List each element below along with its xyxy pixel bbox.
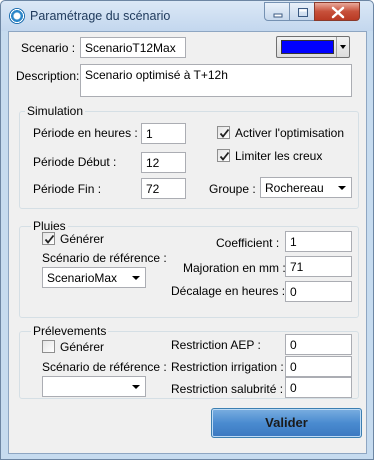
activer-optimisation-label[interactable]: Activer l'optimisation <box>235 126 344 140</box>
pluies-generer-checkbox[interactable] <box>42 232 55 245</box>
coefficient-input[interactable]: 1 <box>285 231 352 252</box>
pluies-group-title: Pluies <box>31 219 68 233</box>
scenario-label: Scenario : <box>21 41 76 55</box>
color-dropdown-button[interactable] <box>336 37 350 57</box>
prelevements-group-title: Prélevements <box>31 324 109 338</box>
restriction-salubrite-label: Restriction salubrité : <box>171 382 284 396</box>
groupe-select[interactable]: Rochereau <box>260 177 352 198</box>
decalage-input[interactable]: 0 <box>285 281 352 302</box>
title-bar[interactable]: Paramétrage du scénario <box>1 1 373 31</box>
app-icon <box>9 8 25 24</box>
groupe-selected-value: Rochereau <box>265 181 324 195</box>
periode-heures-input[interactable]: 1 <box>141 123 186 144</box>
pluies-generer-label[interactable]: Générer <box>60 232 104 246</box>
color-swatch <box>281 40 334 54</box>
pluies-scenario-ref-value: ScenarioMax <box>47 271 118 285</box>
scenario-name-input[interactable]: ScenarioT12Max <box>80 37 186 58</box>
prelevements-generer-checkbox[interactable] <box>42 340 55 353</box>
prelevements-scenario-ref-label: Scénario de référence : <box>42 360 167 374</box>
periode-fin-input[interactable]: 72 <box>141 178 186 199</box>
pluies-scenario-ref-select[interactable]: ScenarioMax <box>42 267 146 288</box>
restriction-irrigation-input[interactable]: 0 <box>285 356 352 377</box>
chevron-down-icon <box>338 186 346 190</box>
restriction-aep-label: Restriction AEP : <box>171 338 261 352</box>
maximize-button[interactable] <box>289 2 315 21</box>
decalage-label: Décalage en heures : <box>171 284 286 298</box>
simulation-group-title: Simulation <box>25 104 86 118</box>
scenario-color-picker[interactable] <box>276 36 350 58</box>
periode-debut-input[interactable]: 12 <box>141 152 186 173</box>
description-textarea[interactable]: Scenario optimisé à T+12h <box>80 64 352 97</box>
limiter-creux-checkbox[interactable] <box>217 149 230 162</box>
coefficient-label: Coefficient : <box>216 236 280 250</box>
maximize-icon <box>298 8 308 17</box>
close-icon <box>331 6 345 19</box>
prelevements-scenario-ref-select[interactable] <box>42 376 146 397</box>
prelevements-generer-label[interactable]: Générer <box>60 340 104 354</box>
periode-fin-label: Période Fin : <box>33 182 102 196</box>
pluies-scenario-ref-label: Scénario de référence : <box>42 251 167 265</box>
majoration-input[interactable]: 71 <box>285 256 352 277</box>
majoration-label: Majoration en mm : <box>183 261 286 275</box>
checkmark-icon <box>44 234 55 244</box>
chevron-down-icon <box>340 45 346 49</box>
restriction-irrigation-label: Restriction irrigation : <box>171 360 284 374</box>
chevron-down-icon <box>132 276 140 280</box>
dialog-content: Scenario : ScenarioT12Max Description: S… <box>8 31 367 454</box>
chevron-down-icon <box>132 385 140 389</box>
groupe-label: Groupe : <box>209 182 256 196</box>
dialog-window: Paramétrage du scénario Scenario : Scena… <box>0 0 374 460</box>
restriction-salubrite-input[interactable]: 0 <box>285 377 352 398</box>
window-title: Paramétrage du scénario <box>30 9 171 23</box>
activer-optimisation-checkbox[interactable] <box>217 126 230 139</box>
restriction-aep-input[interactable]: 0 <box>285 334 352 355</box>
checkmark-icon <box>219 128 230 138</box>
minimize-button[interactable] <box>264 2 290 21</box>
periode-debut-label: Période Début : <box>33 155 117 169</box>
periode-heures-label: Période en heures : <box>33 126 138 140</box>
limiter-creux-label[interactable]: Limiter les creux <box>235 149 322 163</box>
close-button[interactable] <box>314 2 360 21</box>
checkmark-icon <box>219 151 230 161</box>
description-label: Description: <box>16 69 80 83</box>
valider-button[interactable]: Valider <box>211 408 362 438</box>
minimize-icon <box>273 13 283 18</box>
